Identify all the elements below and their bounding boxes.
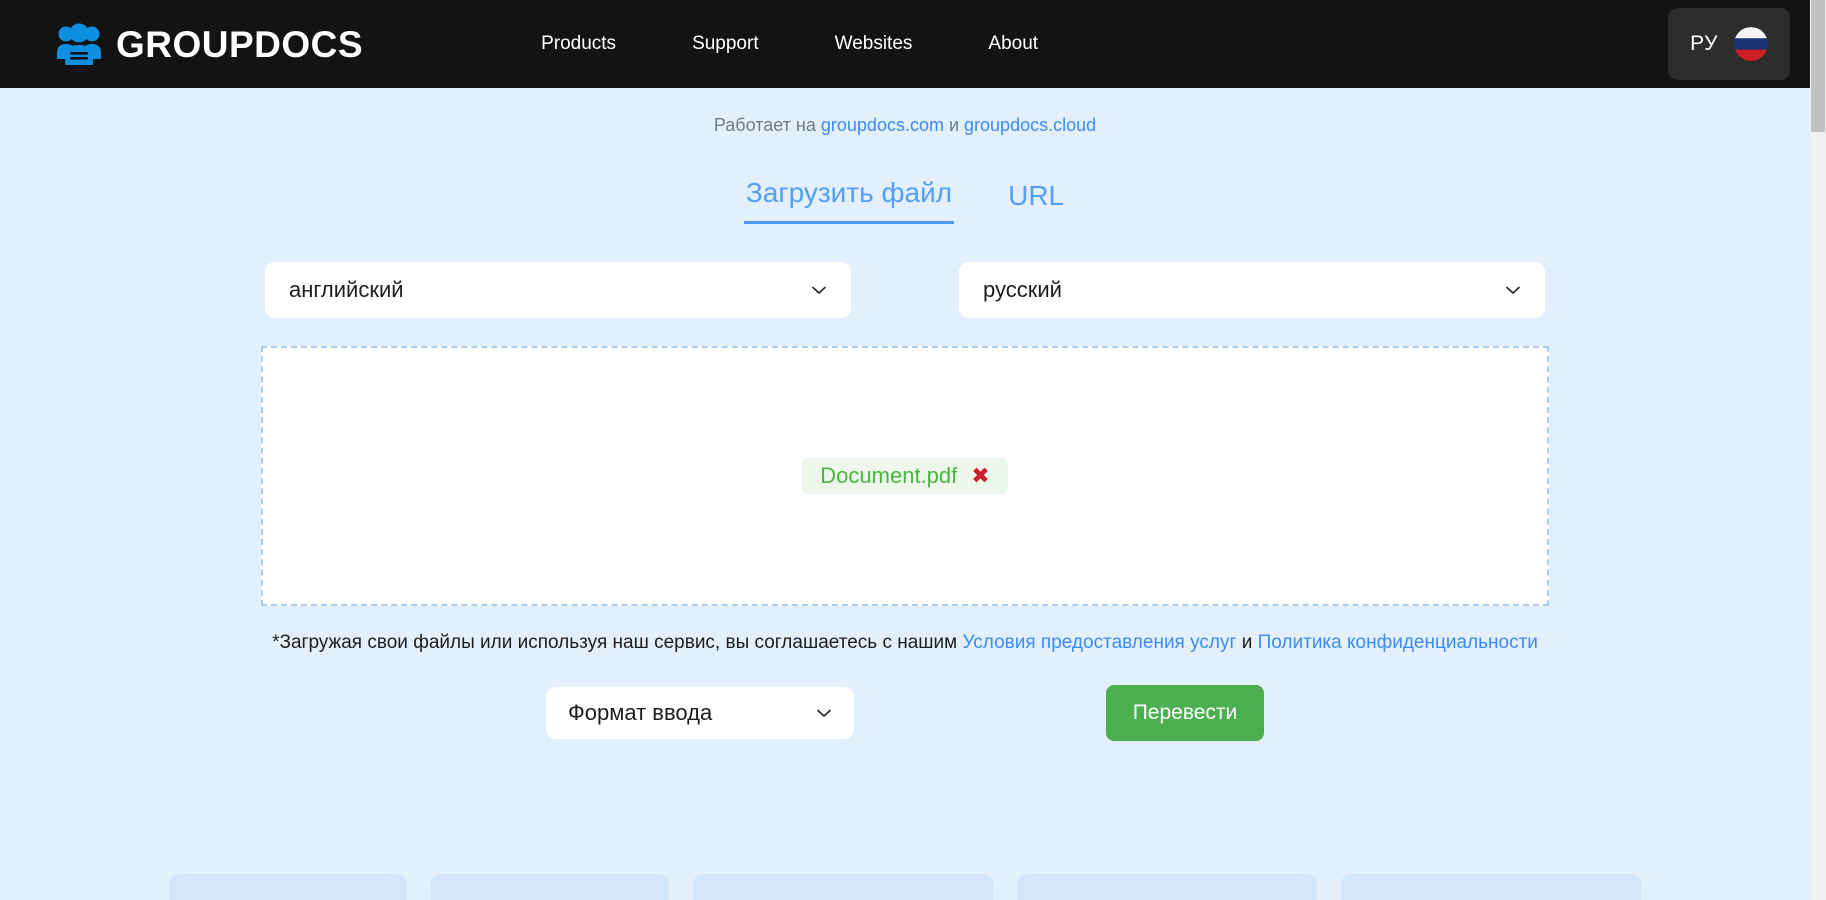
close-cross-icon[interactable]: ✖: [971, 464, 989, 487]
language-selection-row: английский русский: [0, 261, 1810, 318]
translate-button[interactable]: Перевести: [1106, 684, 1264, 741]
nav-item-products[interactable]: Products: [503, 25, 654, 63]
chevron-down-icon: [1505, 282, 1521, 298]
powered-prefix: Работает на: [713, 115, 821, 135]
feature-card[interactable]: [1341, 874, 1641, 900]
link-groupdocs-com[interactable]: groupdocs.com: [821, 115, 944, 135]
feature-card[interactable]: [1017, 874, 1317, 900]
tab-url[interactable]: URL: [1006, 177, 1066, 224]
tab-upload-file[interactable]: Загрузить файл: [743, 174, 955, 224]
target-language-value: русский: [983, 276, 1062, 302]
language-selector[interactable]: РУ: [1668, 8, 1790, 80]
link-groupdocs-cloud[interactable]: groupdocs.cloud: [964, 115, 1096, 135]
group-people-icon: [56, 23, 102, 65]
powered-conjunction: и: [943, 115, 965, 135]
target-language-select[interactable]: русский: [959, 261, 1545, 318]
main-navigation: Products Support Websites About: [503, 25, 1076, 63]
file-dropzone[interactable]: Document.pdf ✖: [261, 345, 1549, 606]
nav-item-support[interactable]: Support: [654, 25, 797, 63]
site-header: GROUPDOCS Products Support Websites Abou…: [0, 0, 1810, 88]
uploaded-file-name: Document.pdf: [820, 462, 958, 488]
input-format-select[interactable]: Формат ввода: [546, 686, 854, 739]
nav-item-websites[interactable]: Websites: [797, 25, 951, 63]
vertical-scrollbar-track[interactable]: [1810, 0, 1826, 900]
brand-logo[interactable]: GROUPDOCS: [56, 23, 363, 65]
source-language-value: английский: [289, 276, 404, 302]
uploaded-file-chip: Document.pdf ✖: [802, 457, 1008, 494]
main-content: Работает на groupdocs.com и groupdocs.cl…: [0, 88, 1810, 741]
chevron-down-icon: [816, 705, 832, 721]
powered-by-text: Работает на groupdocs.com и groupdocs.cl…: [0, 88, 1810, 134]
page-root: GROUPDOCS Products Support Websites Abou…: [0, 0, 1826, 900]
terms-disclaimer: *Загружая свои файлы или используя наш с…: [0, 632, 1810, 655]
language-code-label: РУ: [1690, 32, 1718, 55]
feature-card[interactable]: [431, 874, 669, 900]
action-row: Формат ввода Перевести: [0, 684, 1810, 741]
source-tabs: Загрузить файл URL: [0, 174, 1810, 224]
vertical-scrollbar-thumb[interactable]: [1811, 0, 1825, 132]
brand-name: GROUPDOCS: [116, 23, 364, 65]
link-privacy-policy[interactable]: Политика конфиденциальности: [1258, 632, 1538, 653]
feature-card[interactable]: [169, 874, 407, 900]
russia-flag-icon: [1734, 27, 1768, 61]
terms-conjunction: и: [1236, 631, 1258, 653]
chevron-down-icon: [811, 282, 827, 298]
nav-item-about[interactable]: About: [950, 25, 1076, 63]
feature-card[interactable]: [693, 874, 993, 900]
feature-cards-row: [0, 874, 1810, 900]
terms-prefix: *Загружая свои файлы или используя наш с…: [272, 631, 963, 653]
link-terms-of-service[interactable]: Условия предоставления услуг: [962, 632, 1236, 653]
input-format-value: Формат ввода: [568, 699, 713, 725]
source-language-select[interactable]: английский: [265, 261, 851, 318]
